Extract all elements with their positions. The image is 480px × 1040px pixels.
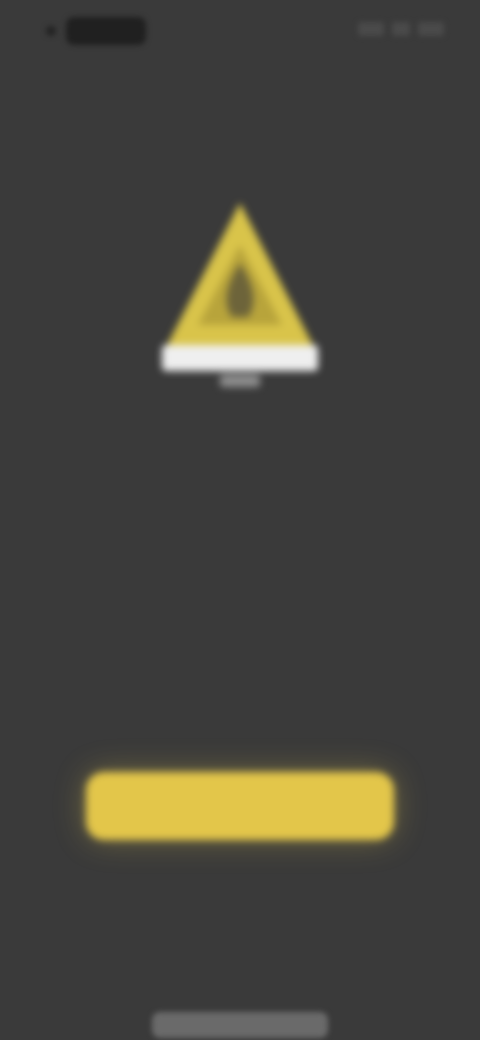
status-icons: [358, 22, 444, 36]
status-time-label: [66, 17, 146, 45]
status-bar: [0, 0, 480, 64]
status-dot: [46, 26, 56, 36]
status-time: [38, 16, 154, 46]
cellular-icon: [358, 22, 384, 36]
warning-base-band: [162, 345, 318, 371]
wifi-icon: [392, 22, 410, 36]
warning-triangle-icon: [150, 185, 330, 395]
warning-base-sub: [220, 375, 260, 387]
warning-triangle-svg: [162, 203, 318, 387]
tertiary-link[interactable]: [152, 1012, 328, 1038]
app-screen: [0, 0, 480, 1040]
battery-icon: [418, 22, 444, 36]
primary-cta-button[interactable]: [86, 772, 394, 840]
